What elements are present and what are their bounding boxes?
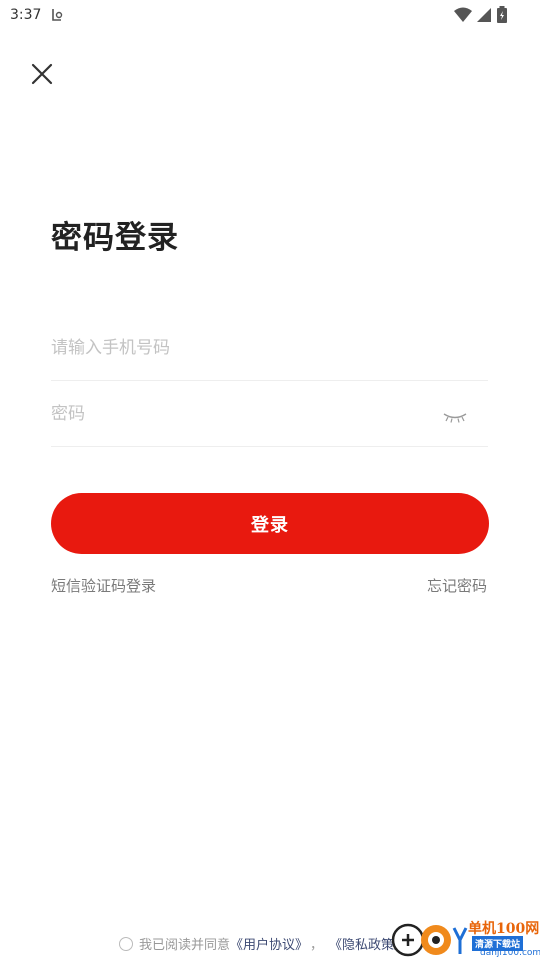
agreement-prefix: 我已阅读并同意	[139, 938, 231, 953]
status-bar: 3:37	[0, 0, 540, 32]
status-time: 3:37	[10, 7, 42, 23]
close-button[interactable]	[26, 58, 58, 90]
user-agreement-link[interactable]: 《用户协议》	[230, 934, 308, 953]
watermark-logo-icon	[391, 923, 468, 957]
forgot-password-link[interactable]: 忘记密码	[427, 575, 487, 596]
wifi-icon	[454, 7, 472, 22]
battery-icon	[497, 6, 507, 23]
agreement-separator: ，	[310, 938, 324, 953]
app-notification-icon	[52, 9, 63, 21]
sms-login-link[interactable]: 短信验证码登录	[51, 575, 156, 596]
page-title: 密码登录	[51, 220, 179, 256]
eye-closed-icon[interactable]	[442, 411, 468, 425]
signal-icon	[477, 8, 491, 22]
watermark: 单机100网 清源下载站 danji100.com	[390, 918, 540, 960]
password-field	[51, 381, 488, 447]
agree-checkbox[interactable]	[119, 936, 133, 951]
phone-field	[51, 315, 488, 381]
password-input[interactable]	[51, 381, 431, 446]
phone-input[interactable]	[51, 315, 431, 380]
agreement-row: 我已阅读并同意 《用户协议》 ， 《隐私政策》	[119, 934, 407, 953]
login-button[interactable]: 登录	[51, 493, 489, 554]
status-icons	[454, 6, 508, 24]
close-icon	[31, 63, 53, 85]
watermark-line1: 单机100网	[468, 921, 540, 937]
watermark-line3: danji100.com	[480, 948, 540, 958]
